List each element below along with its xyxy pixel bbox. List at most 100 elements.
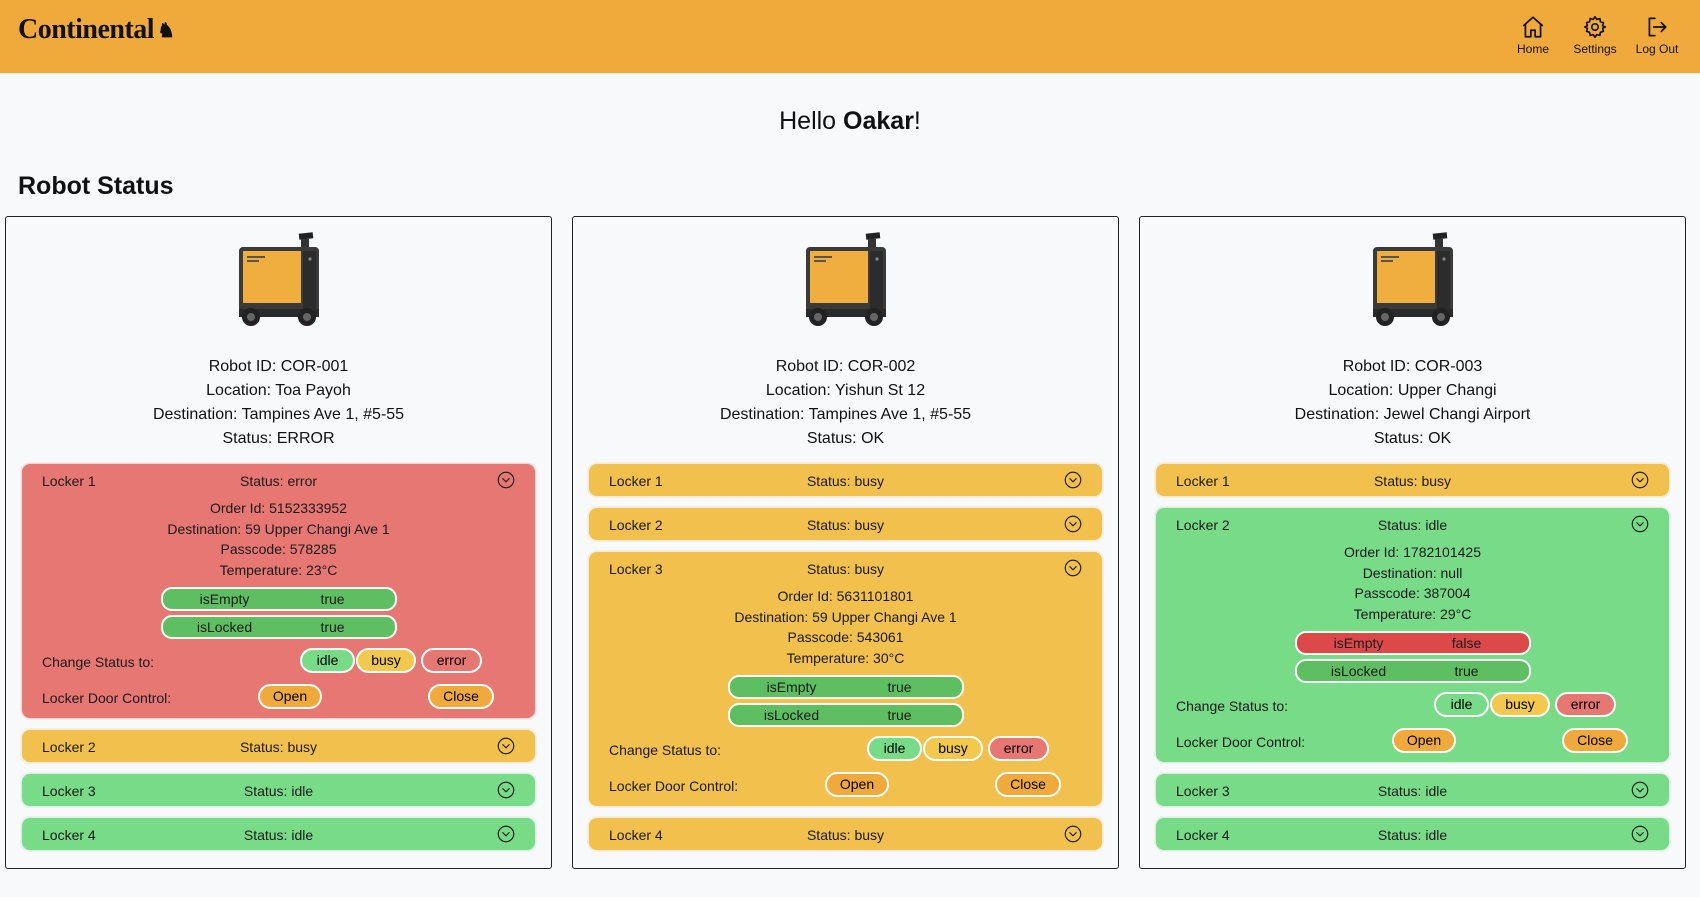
chevron-down-icon[interactable] — [1064, 515, 1082, 533]
set-idle-button[interactable]: idle — [867, 736, 922, 761]
robot-info: Robot ID: COR-002 Location: Yishun St 12… — [573, 355, 1118, 451]
order-destination: Destination: 59 Upper Changi Ave 1 — [734, 608, 957, 625]
locker-details: Order Id: 5631101801 Destination: 59 Upp… — [589, 584, 1102, 668]
greeting-prefix: Hello — [779, 107, 844, 135]
open-door-button[interactable]: Open — [1392, 728, 1456, 753]
temperature: Temperature: 23°C — [219, 561, 338, 578]
locker-header[interactable]: Locker 2 Status: idle — [1156, 508, 1669, 540]
set-idle-button[interactable]: idle — [1434, 692, 1489, 717]
passcode: Passcode: 578285 — [220, 541, 337, 557]
is-locked-flag: isLocked true — [727, 703, 964, 727]
locker-header[interactable]: Locker 1 Status: error — [22, 464, 535, 496]
locker-panel: Locker 1 Status: busy — [1155, 463, 1670, 497]
set-error-button[interactable]: error — [1555, 692, 1616, 717]
set-busy-button[interactable]: busy — [923, 736, 983, 761]
chevron-down-icon[interactable] — [1064, 559, 1082, 577]
locker-panel: Locker 2 Status: idle Order Id: 17821014… — [1155, 507, 1670, 763]
locker-name: Locker 4 — [42, 827, 96, 843]
locker-name: Locker 2 — [1176, 517, 1230, 533]
locker-status: Status: idle — [1377, 517, 1448, 533]
gear-icon — [1583, 15, 1607, 39]
locker-header[interactable]: Locker 4 Status: busy — [589, 818, 1102, 850]
section-title: Robot Status — [18, 172, 174, 200]
robot-id: Robot ID: COR-003 — [1342, 358, 1483, 375]
set-busy-button[interactable]: busy — [1490, 692, 1550, 717]
door-control-label: Locker Door Control: — [42, 690, 172, 706]
locker-panel: Locker 3 Status: idle — [1155, 773, 1670, 807]
horse-logo-icon: ♞ — [157, 19, 175, 42]
set-error-button[interactable]: error — [988, 736, 1049, 761]
close-door-button[interactable]: Close — [1562, 728, 1628, 753]
locker-name: Locker 1 — [42, 473, 96, 489]
continental-logo[interactable]: Continental ♞ — [18, 14, 175, 46]
is-empty-flag: isEmpty true — [160, 587, 397, 611]
robot-location: Location: Upper Changi — [1328, 382, 1497, 399]
chevron-down-icon[interactable] — [497, 825, 515, 843]
is-empty-flag: isEmpty true — [727, 675, 964, 699]
close-door-button[interactable]: Close — [995, 772, 1061, 797]
change-status-row: Change Status to: idle busy error — [1156, 688, 1669, 724]
robot-destination: Destination: Jewel Changi Airport — [1294, 406, 1531, 423]
locker-panel: Locker 4 Status: busy — [588, 817, 1103, 851]
locker-status: Status: error — [239, 473, 318, 489]
nav-home[interactable]: Home — [1502, 14, 1564, 56]
robot-location: Location: Toa Payoh — [206, 382, 351, 399]
locker-status: Status: busy — [806, 473, 885, 489]
open-door-button[interactable]: Open — [258, 684, 322, 709]
chevron-down-icon[interactable] — [1064, 825, 1082, 843]
locker-header[interactable]: Locker 4 Status: idle — [22, 818, 535, 850]
door-control-label: Locker Door Control: — [1176, 734, 1306, 750]
locker-header[interactable]: Locker 4 Status: idle — [1156, 818, 1669, 850]
door-control-label: Locker Door Control: — [609, 778, 739, 794]
nav-settings-label: Settings — [1573, 42, 1617, 56]
chevron-down-icon[interactable] — [497, 737, 515, 755]
change-status-row: Change Status to: idle busy error — [22, 644, 535, 680]
robot-info: Robot ID: COR-003 Location: Upper Changi… — [1140, 355, 1685, 451]
chevron-down-icon[interactable] — [1631, 781, 1649, 799]
robot-destination: Destination: Tampines Ave 1, #5-55 — [719, 406, 972, 423]
chevron-down-icon[interactable] — [1631, 471, 1649, 489]
locker-header[interactable]: Locker 1 Status: busy — [1156, 464, 1669, 496]
close-door-button[interactable]: Close — [428, 684, 494, 709]
nav-settings[interactable]: Settings — [1564, 14, 1626, 56]
locker-panel: Locker 2 Status: busy — [588, 507, 1103, 541]
locker-name: Locker 2 — [609, 517, 663, 533]
order-id: Order Id: 1782101425 — [1344, 544, 1481, 560]
locker-details: Order Id: 1782101425 Destination: null P… — [1156, 540, 1669, 624]
locker-panel: Locker 1 Status: busy — [588, 463, 1103, 497]
robot-id: Robot ID: COR-001 — [208, 358, 349, 375]
locker-header[interactable]: Locker 2 Status: busy — [22, 730, 535, 762]
locker-status: Status: busy — [1373, 473, 1452, 489]
change-status-label: Change Status to: — [1176, 698, 1289, 714]
robot-id: Robot ID: COR-002 — [775, 358, 916, 375]
locker-header[interactable]: Locker 2 Status: busy — [589, 508, 1102, 540]
nav-logout[interactable]: Log Out — [1626, 14, 1688, 56]
logout-icon — [1648, 17, 1667, 37]
locker-header[interactable]: Locker 3 Status: busy — [589, 552, 1102, 584]
locker-header[interactable]: Locker 1 Status: busy — [589, 464, 1102, 496]
locker-name: Locker 3 — [609, 561, 663, 577]
open-door-button[interactable]: Open — [825, 772, 889, 797]
locker-header[interactable]: Locker 3 Status: idle — [22, 774, 535, 806]
chevron-down-icon[interactable] — [497, 781, 515, 799]
door-control-row: Locker Door Control: Open Close — [1156, 724, 1669, 760]
chevron-down-icon[interactable] — [1631, 515, 1649, 533]
chevron-down-icon[interactable] — [1631, 825, 1649, 843]
set-error-button[interactable]: error — [421, 648, 482, 673]
robot-info: Robot ID: COR-001 Location: Toa Payoh De… — [6, 355, 551, 451]
locker-name: Locker 1 — [609, 473, 663, 489]
chevron-down-icon[interactable] — [1064, 471, 1082, 489]
robot-card: Robot ID: COR-002 Location: Yishun St 12… — [572, 216, 1119, 869]
temperature: Temperature: 29°C — [1353, 605, 1472, 622]
order-destination: Destination: 59 Upper Changi Ave 1 — [167, 520, 390, 537]
locker-panel: Locker 1 Status: error Order Id: 5152333… — [21, 463, 536, 719]
locker-status: Status: busy — [806, 561, 885, 577]
set-busy-button[interactable]: busy — [356, 648, 416, 673]
locker-header[interactable]: Locker 3 Status: idle — [1156, 774, 1669, 806]
robot-status: Status: OK — [806, 430, 885, 447]
set-idle-button[interactable]: idle — [300, 648, 355, 673]
locker-status: Status: busy — [806, 517, 885, 533]
locker-name: Locker 2 — [42, 739, 96, 755]
top-header: Continental ♞ Home Settings Log Out — [0, 0, 1700, 73]
chevron-down-icon[interactable] — [497, 471, 515, 489]
